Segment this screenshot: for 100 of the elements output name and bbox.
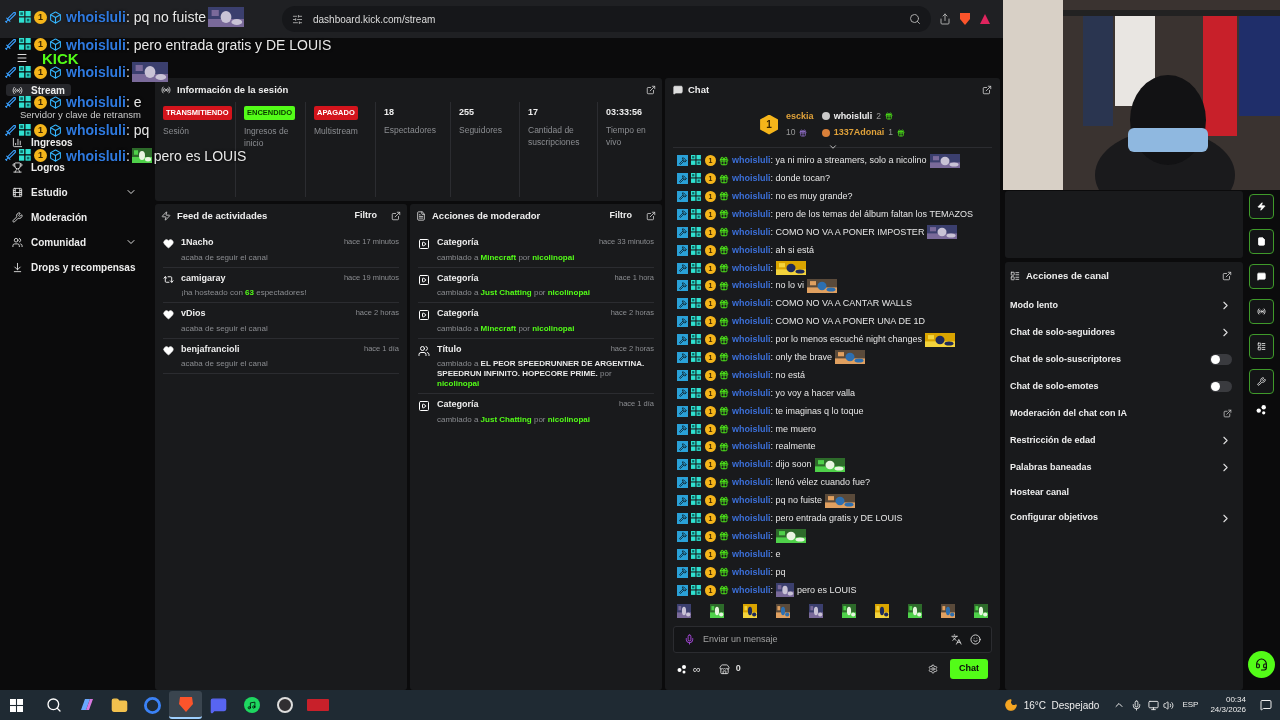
users-icon: [12, 236, 23, 248]
microphone-icon[interactable]: [1131, 699, 1143, 711]
stat-value: 18: [384, 106, 395, 119]
gift-icon: [719, 298, 729, 309]
kick-logo[interactable]: KICK: [42, 51, 79, 65]
sidebar-item[interactable]: Drops y recompensas: [6, 261, 142, 273]
stat-label: Multistream: [314, 124, 359, 137]
triangle-icon[interactable]: [979, 13, 991, 25]
gifter-name: whoisluli: [833, 109, 873, 123]
sidebar-item[interactable]: Stream: [6, 84, 71, 96]
pixel-badge-icon: [691, 477, 702, 489]
bar-chart-icon: [12, 136, 23, 148]
toggle-switch[interactable]: [1210, 381, 1232, 392]
chat-message: whoisluli: COMO NO VA A PONER IMPOSTER: [732, 227, 925, 237]
windows-start-icon[interactable]: [10, 698, 23, 712]
overlay-chat-message: whoisluli: pero entrada gratis y DE LOUIS: [66, 37, 332, 52]
external-link-icon[interactable]: [1223, 409, 1232, 418]
download-icon: [12, 261, 23, 273]
stat-value: 03:33:56: [606, 106, 644, 119]
popout-icon[interactable]: [646, 85, 656, 95]
hammer-icon: [677, 208, 688, 220]
channel-action-label[interactable]: Configurar objetivos: [1010, 511, 1219, 525]
play-card-icon: [418, 238, 430, 250]
channel-action-label[interactable]: Chat de solo-seguidores: [1010, 325, 1219, 340]
sidebar-item[interactable]: Logros: [6, 161, 71, 173]
play-card-icon: [418, 400, 430, 412]
volume-icon[interactable]: [1163, 699, 1175, 711]
popout-icon[interactable]: [391, 211, 401, 221]
cube-icon: [49, 123, 62, 137]
dots-icon[interactable]: [1256, 404, 1267, 415]
weather-text[interactable]: 16°C Despejado: [1023, 697, 1100, 713]
hammer-icon: [677, 316, 688, 328]
dock-button[interactable]: [1249, 194, 1274, 219]
emoji-icon[interactable]: [970, 634, 981, 645]
site-settings-icon[interactable]: [292, 13, 303, 25]
sidebar-item[interactable]: Ingresos: [6, 136, 79, 148]
dock-button[interactable]: [1249, 229, 1274, 254]
clock-date[interactable]: 24/3/2026: [1210, 705, 1246, 715]
expand-icon[interactable]: [827, 142, 838, 152]
dock-button[interactable]: [1249, 264, 1274, 289]
pixel-badge-icon: [691, 530, 702, 542]
user-name: vDios: [181, 307, 206, 320]
popout-icon[interactable]: [982, 85, 992, 95]
moon-icon: [1003, 698, 1018, 712]
gift-icon: [719, 406, 729, 417]
channel-action-label[interactable]: Restricción de edad: [1010, 433, 1219, 448]
search-icon[interactable]: [909, 13, 921, 25]
stat-value: 17: [528, 106, 539, 119]
dots-icon: [677, 664, 687, 674]
stat-label: Tiempo en vivo: [606, 124, 647, 148]
channel-action-label[interactable]: Moderación del chat con IA: [1010, 406, 1223, 421]
sidebar-item[interactable]: Estudio: [6, 186, 149, 198]
chat-message: pero es LOUIS: [797, 585, 857, 595]
gift-icon: [719, 513, 729, 524]
overlay-chat-message: whoisluli: pq: [66, 123, 150, 137]
settings-icon[interactable]: [928, 664, 938, 674]
panel-title: Acciones de moderador: [432, 208, 542, 223]
sidebar-item[interactable]: Servidor y clave de retransm: [6, 109, 147, 121]
gift-icon: [719, 209, 729, 220]
address-bar[interactable]: dashboard.kick.com/stream: [282, 6, 931, 32]
hammer-icon: [677, 513, 688, 524]
filter-button[interactable]: Filtro: [609, 209, 632, 223]
shield-icon[interactable]: [169, 691, 202, 719]
popout-icon[interactable]: [646, 211, 656, 221]
chat-message: whoisluli:: [732, 263, 774, 273]
sidebar-item[interactable]: Moderación: [6, 211, 94, 223]
chat-message: whoisluli: no es muy grande?: [732, 191, 853, 201]
share-icon[interactable]: [939, 13, 951, 25]
chat-send-button[interactable]: Chat: [950, 659, 988, 679]
channel-action-label[interactable]: Hostear canal: [1010, 486, 1232, 500]
pixel-badge-icon: [691, 208, 702, 220]
filter-button[interactable]: Filtro: [354, 209, 377, 223]
pixel-badge-icon: [691, 495, 702, 507]
tier-badge: 1: [34, 38, 47, 51]
language-indicator[interactable]: ESP: [1182, 699, 1199, 711]
shield-icon[interactable]: [959, 12, 971, 26]
hammer-icon: [677, 441, 688, 453]
gift-icon: [719, 441, 729, 452]
store-icon[interactable]: [718, 663, 730, 675]
message-composer[interactable]: Enviar un mensaje: [673, 626, 992, 653]
tier-badge: 1: [34, 123, 47, 137]
notification-icon[interactable]: [1260, 699, 1272, 711]
translate-icon[interactable]: [951, 634, 962, 645]
toggle-switch[interactable]: [1210, 354, 1232, 365]
channel-action-label[interactable]: Chat de solo-suscriptores: [1010, 352, 1210, 367]
gift-icon: [719, 352, 729, 363]
channel-action-label[interactable]: Chat de solo-emotes: [1010, 379, 1210, 394]
channel-action-label[interactable]: Modo lento: [1010, 298, 1219, 313]
gift-icon: [719, 495, 729, 506]
menu-icon[interactable]: [16, 52, 28, 64]
dock-button[interactable]: [1249, 334, 1274, 359]
message-input[interactable]: Enviar un mensaje: [703, 632, 943, 647]
clock-time[interactable]: 00:34: [1225, 695, 1246, 705]
gift-icon: [719, 263, 729, 273]
chat-message: whoisluli: only the brave: [732, 352, 833, 362]
sidebar-item[interactable]: Comunidad: [6, 236, 149, 248]
network-icon[interactable]: [1148, 699, 1160, 711]
popout-icon[interactable]: [1222, 271, 1232, 281]
channel-action-label[interactable]: Palabras baneadas: [1010, 460, 1219, 475]
support-button[interactable]: [1248, 651, 1275, 678]
